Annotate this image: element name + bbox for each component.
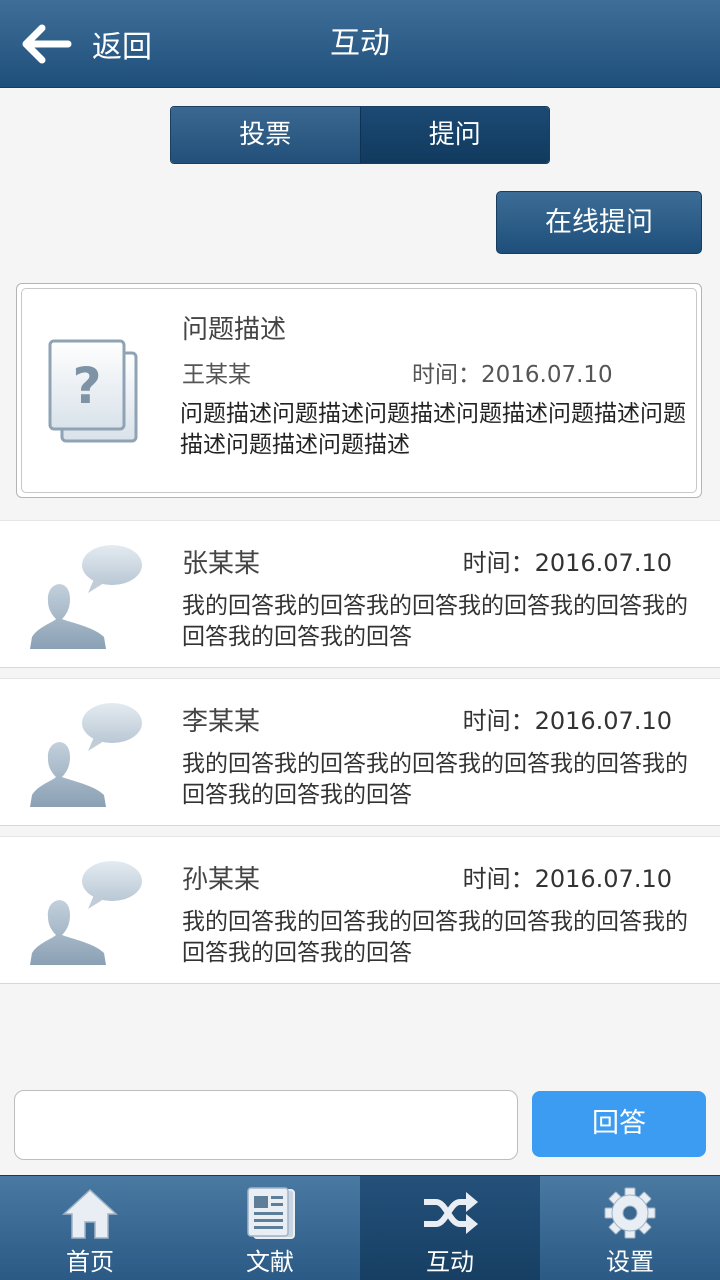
question-time: 时间：2016.07.10 <box>412 362 613 388</box>
question-document-icon: ? <box>48 339 138 443</box>
answer-item[interactable]: 孙某某 时间：2016.07.10 我的回答我的回答我的回答我的回答我的回答我的… <box>0 836 720 984</box>
question-title: 问题描述 <box>182 315 287 345</box>
answer-time: 时间：2016.07.10 <box>462 707 672 735</box>
answer-time: 时间：2016.07.10 <box>462 865 672 893</box>
answer-user: 李某某 <box>182 707 261 737</box>
answer-text: 我的回答我的回答我的回答我的回答我的回答我的回答我的回答我的回答 <box>182 751 688 808</box>
question-user: 王某某 <box>182 362 251 388</box>
home-icon <box>62 1188 118 1239</box>
answer-text: 我的回答我的回答我的回答我的回答我的回答我的回答我的回答我的回答 <box>182 909 688 966</box>
document-icon <box>247 1187 295 1239</box>
answer-item[interactable]: 李某某 时间：2016.07.10 我的回答我的回答我的回答我的回答我的回答我的… <box>0 678 720 826</box>
tab-interaction[interactable]: 互动 <box>360 1176 540 1280</box>
bottom-tab-bar: 首页 文献 互动 设置 <box>0 1175 720 1280</box>
shuffle-icon <box>424 1192 478 1234</box>
segmented-control: 投票 提问 <box>170 106 550 164</box>
tab-settings[interactable]: 设置 <box>540 1176 720 1280</box>
page-title: 互动 <box>0 0 720 88</box>
user-speech-icon <box>30 545 142 649</box>
page-title-text: 互动 <box>330 26 390 61</box>
question-card: ? 问题描述 王某某 时间：2016.07.10 问题描述问题描述问题描述问题描… <box>16 283 702 498</box>
answer-user: 张某某 <box>182 549 261 579</box>
reply-input[interactable] <box>14 1090 518 1160</box>
answer-text: 我的回答我的回答我的回答我的回答我的回答我的回答我的回答我的回答 <box>182 593 688 650</box>
user-speech-icon <box>30 861 142 965</box>
tab-settings-label: 设置 <box>606 1248 654 1276</box>
app-header: 返回 互动 <box>0 0 720 88</box>
svg-text:?: ? <box>72 357 101 415</box>
tab-question[interactable]: 提问 <box>359 107 549 163</box>
tab-documents[interactable]: 文献 <box>180 1176 360 1280</box>
tab-vote[interactable]: 投票 <box>171 107 360 163</box>
tab-documents-label: 文献 <box>246 1248 294 1276</box>
reply-button[interactable]: 回答 <box>532 1091 706 1157</box>
online-ask-button[interactable]: 在线提问 <box>496 191 702 254</box>
tab-home[interactable]: 首页 <box>0 1176 180 1280</box>
user-speech-icon <box>30 703 142 807</box>
answer-time: 时间：2016.07.10 <box>462 549 672 577</box>
answer-item[interactable]: 张某某 时间：2016.07.10 我的回答我的回答我的回答我的回答我的回答我的… <box>0 520 720 668</box>
tab-home-label: 首页 <box>66 1248 114 1276</box>
tab-interaction-label: 互动 <box>426 1248 474 1276</box>
answer-user: 孙某某 <box>182 865 261 895</box>
question-card-inner: ? 问题描述 王某某 时间：2016.07.10 问题描述问题描述问题描述问题描… <box>21 288 697 493</box>
question-description: 问题描述问题描述问题描述问题描述问题描述问题描述问题描述问题描述 <box>180 401 686 458</box>
gear-icon <box>604 1187 656 1239</box>
